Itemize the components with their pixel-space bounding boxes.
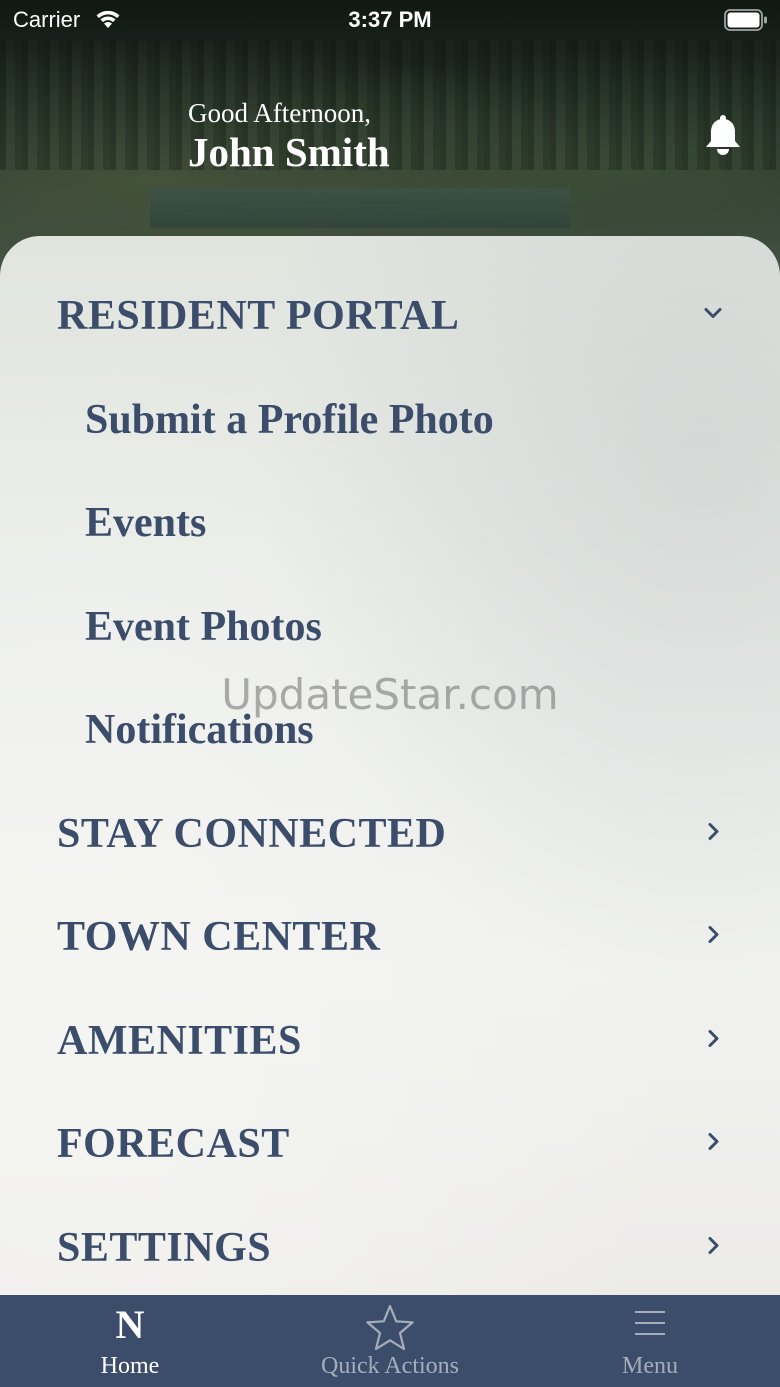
menu-section-town-center[interactable]: TOWN CENTER (0, 892, 780, 982)
tab-quick-actions[interactable]: Quick Actions (260, 1295, 520, 1387)
tab-home[interactable]: N Home (0, 1295, 260, 1387)
status-time: 3:37 PM (348, 7, 432, 32)
background-trees (0, 40, 780, 170)
tab-label: Quick Actions (321, 1353, 459, 1379)
battery-icon (724, 9, 768, 36)
menu-item-label: Notifications (85, 707, 314, 753)
menu-item-notifications[interactable]: Notifications (0, 685, 780, 775)
background-court (150, 188, 570, 228)
menu-section-label: SETTINGS (57, 1225, 272, 1271)
menu-section-forecast[interactable]: FORECAST (0, 1099, 780, 1189)
greeting-text: Good Afternoon, (188, 98, 371, 128)
notification-bell-icon[interactable] (704, 114, 742, 161)
menu-panel: RESIDENT PORTAL Submit a Profile Photo E… (0, 236, 780, 1296)
menu-section-stay-connected[interactable]: STAY CONNECTED (0, 789, 780, 879)
menu-item-events[interactable]: Events (0, 478, 780, 568)
chevron-right-icon (700, 819, 726, 850)
tab-label: Menu (622, 1353, 678, 1379)
status-bar: Carrier 3:37 PM (0, 0, 780, 40)
chevron-right-icon (700, 1129, 726, 1160)
home-n-logo-icon: N (115, 1302, 145, 1347)
menu-section-amenities[interactable]: AMENITIES (0, 996, 780, 1086)
menu-item-submit-profile-photo[interactable]: Submit a Profile Photo (0, 375, 780, 465)
star-icon (260, 1303, 520, 1358)
menu-section-label: STAY CONNECTED (57, 811, 447, 857)
chevron-right-icon (700, 1233, 726, 1264)
menu-item-label: Event Photos (85, 604, 322, 650)
tab-menu[interactable]: Menu (520, 1295, 780, 1387)
chevron-right-icon (700, 922, 726, 953)
tab-bar: N Home Quick Actions Menu (0, 1295, 780, 1387)
menu-section-label: RESIDENT PORTAL (57, 293, 460, 339)
menu-section-label: FORECAST (57, 1121, 290, 1167)
user-name: John Smith (188, 129, 390, 175)
chevron-right-icon (700, 1026, 726, 1057)
menu-item-event-photos[interactable]: Event Photos (0, 582, 780, 672)
menu-section-label: TOWN CENTER (57, 914, 381, 960)
menu-section-label: AMENITIES (57, 1018, 302, 1064)
hamburger-icon (520, 1303, 780, 1348)
menu-item-label: Events (85, 500, 207, 546)
tab-label: Home (100, 1353, 160, 1379)
menu-section-resident-portal[interactable]: RESIDENT PORTAL (0, 271, 780, 361)
menu-section-settings[interactable]: SETTINGS (0, 1203, 780, 1293)
menu-item-label: Submit a Profile Photo (85, 397, 494, 443)
chevron-down-icon (700, 301, 726, 332)
